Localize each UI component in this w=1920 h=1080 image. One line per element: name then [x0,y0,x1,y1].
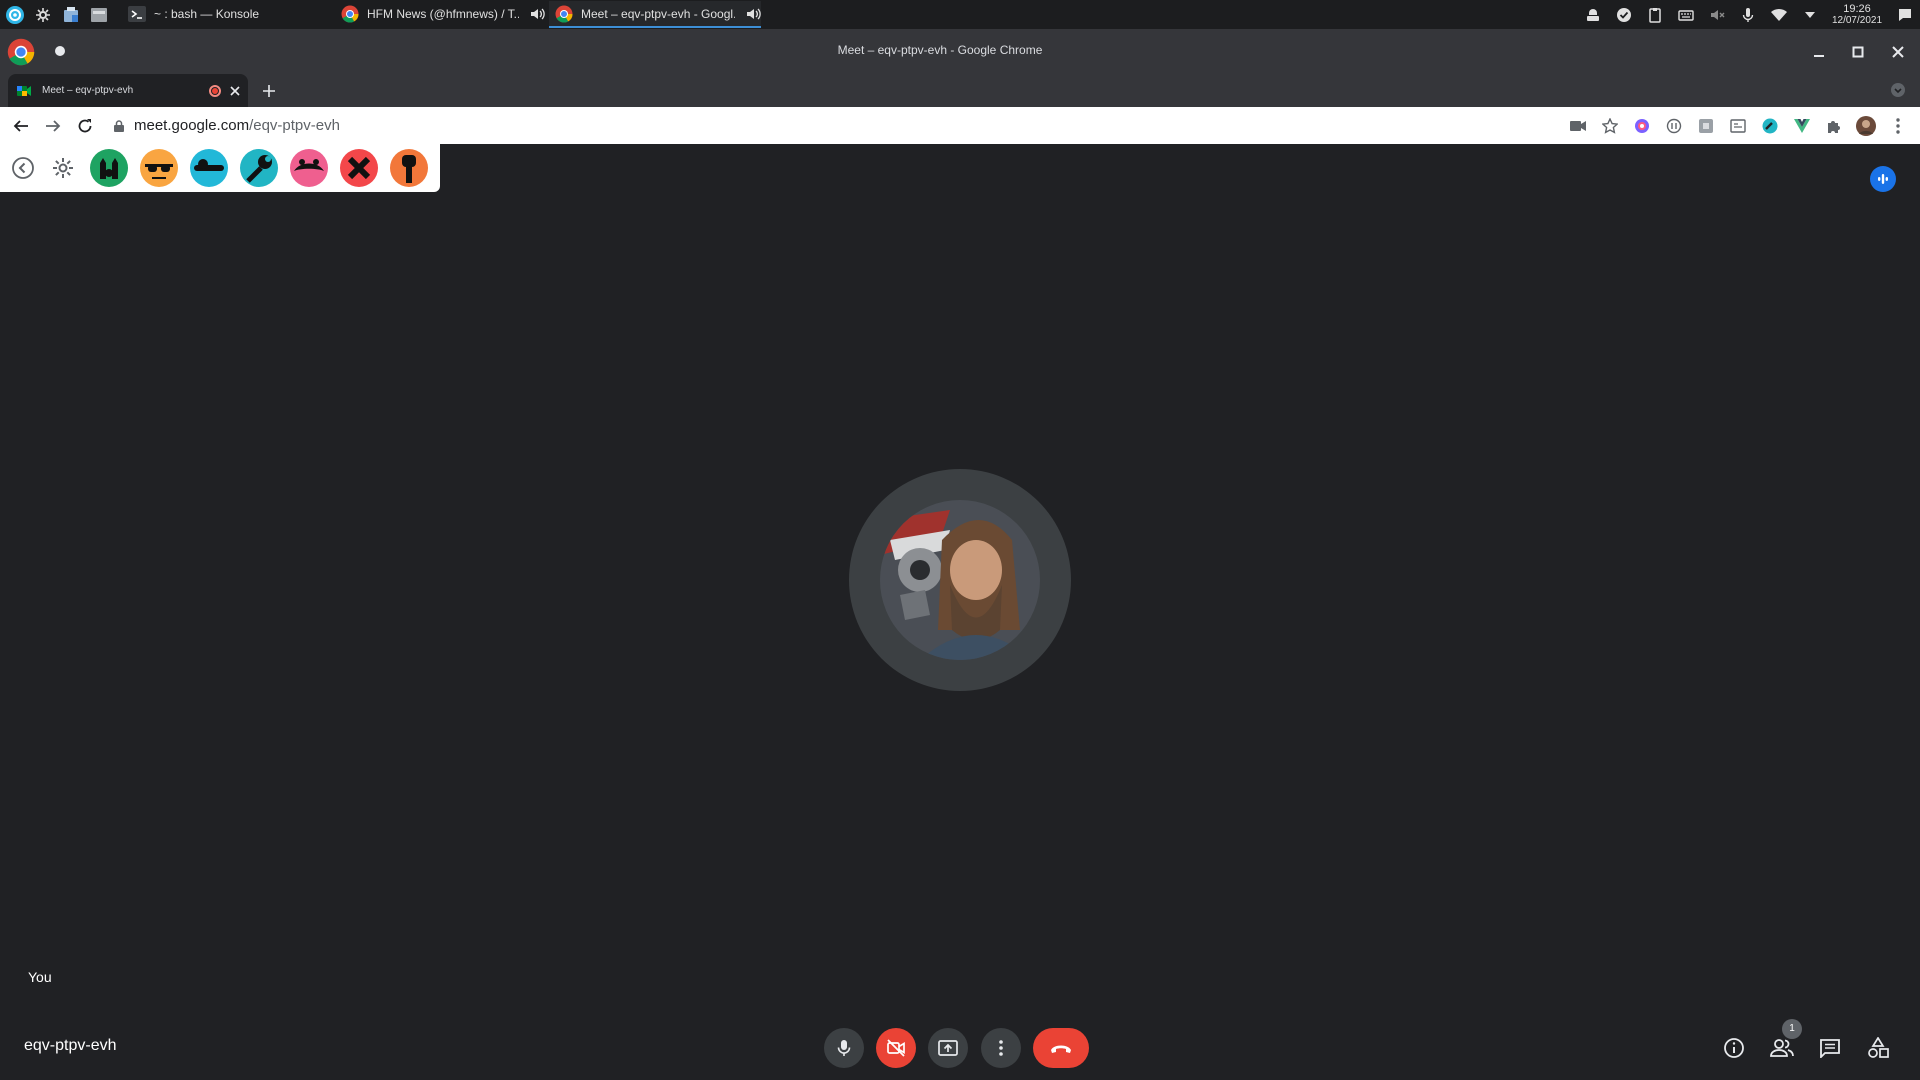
terminal-icon [128,5,146,23]
recording-indicator-icon [209,84,221,97]
clock-time: 19:26 [1843,2,1871,15]
camera-off-button[interactable] [876,1028,916,1068]
address-bar[interactable]: meet.google.com/eqv-ptpv-evh [114,107,340,144]
leave-call-button[interactable] [1033,1028,1089,1068]
url-host: meet.google.com [134,117,250,134]
meeting-code: eqv-ptpv-evh [24,1037,117,1054]
lock-icon[interactable] [114,119,124,132]
reactions-panel [0,144,440,192]
keyboard-icon[interactable] [1670,0,1701,29]
tab-title: Meet – eqv-ptpv-evh [42,85,134,96]
new-tab-button[interactable] [258,80,280,102]
meet-controls-bar: eqv-ptpv-evh 1 [0,1016,1920,1080]
taskbar-task-konsole[interactable]: ~ : bash — Konsole [122,1,332,28]
extensions-puzzle-icon[interactable] [1818,110,1850,142]
bookmark-star-icon[interactable] [1594,110,1626,142]
system-tray: 19:26 12/07/2021 [1577,0,1920,29]
emoji-bg [140,149,178,187]
sunglasses-emoji[interactable] [140,149,178,187]
emoji-bg-hole [265,156,271,162]
clock[interactable]: 19:26 12/07/2021 [1825,2,1889,26]
raised-fist-emoji[interactable] [390,149,428,187]
back-button[interactable] [5,110,37,142]
activities-icon[interactable] [1864,1034,1892,1062]
microphone-icon [836,1039,852,1057]
present-screen-icon [938,1039,958,1057]
taskbar-task-meet[interactable]: Meet – eqv-ptpv-evh - Googl... [549,1,761,28]
minimize-button[interactable] [1807,40,1831,64]
profile-avatar[interactable] [1850,110,1882,142]
speaker-icon[interactable] [529,6,545,22]
camera-off-icon [886,1039,906,1057]
more-options-button[interactable] [981,1028,1021,1068]
notifications-icon[interactable] [1889,0,1920,29]
participant-tile [849,469,1071,691]
forward-button[interactable] [37,110,69,142]
meet-favicon-icon [16,83,32,99]
chrome-menu-icon[interactable] [1882,110,1914,142]
vpn-icon[interactable] [1577,0,1608,29]
app-launcher-icon[interactable] [0,0,29,29]
hang-up-icon [1049,1042,1073,1054]
os-taskbar: ~ : bash — Konsole HFM News (@hfmnews) /… [0,0,1920,29]
taskbar-task-hfm-news[interactable]: HFM News (@hfmnews) / T... [335,1,545,28]
vue-devtools-icon[interactable] [1786,110,1818,142]
chrome-icon [341,5,359,23]
task-label: HFM News (@hfmnews) / T... [367,6,519,21]
cross-emoji[interactable] [340,149,378,187]
tab-strip: Meet – eqv-ptpv-evh [0,74,1920,107]
settings-icon[interactable] [29,0,57,29]
wrench-emoji[interactable] [240,149,278,187]
self-view-label: You [28,969,52,985]
tab-close-icon[interactable] [230,85,240,96]
participant-count-badge: 1 [1782,1019,1802,1039]
meet-reactions-extension-icon[interactable] [1754,110,1786,142]
clipboard-icon[interactable] [1639,0,1670,29]
color-extension-icon[interactable] [1626,110,1658,142]
tracker-extension-icon[interactable] [1658,110,1690,142]
task-label: ~ : bash — Konsole [154,6,260,21]
tab-meet[interactable]: Meet – eqv-ptpv-evh [8,74,248,107]
tab-search-icon[interactable] [1890,82,1906,98]
emoji-bg [90,149,128,187]
chrome-icon [555,5,573,23]
card-extension-icon[interactable] [1722,110,1754,142]
camera-in-use-icon[interactable] [1562,110,1594,142]
grey-extension-icon[interactable] [1690,110,1722,142]
collapse-panel-button[interactable] [6,151,40,185]
extensions-area [1562,107,1914,144]
window-titlebar: Meet – eqv-ptpv-evh - Google Chrome [0,29,1920,74]
task-label: Meet – eqv-ptpv-evh - Googl... [581,6,735,21]
meet-stage: You eqv-ptpv-evh 1 [0,144,1920,1080]
microphone-icon[interactable] [1732,0,1763,29]
url-path: /eqv-ptpv-evh [249,117,340,134]
file-manager-icon[interactable] [85,0,113,29]
hands-up-emoji[interactable] [90,149,128,187]
browser-toolbar: meet.google.com/eqv-ptpv-evh [0,107,1920,144]
check-icon[interactable] [1608,0,1639,29]
clock-date: 12/07/2021 [1831,14,1883,26]
volume-muted-icon[interactable] [1701,0,1732,29]
chat-icon[interactable] [1816,1034,1844,1062]
wifi-icon[interactable] [1763,0,1794,29]
window-title: Meet – eqv-ptpv-evh - Google Chrome [837,43,1043,57]
panel-settings-icon[interactable] [46,151,80,185]
sleeping-emoji[interactable] [190,149,228,187]
meeting-details-icon[interactable] [1720,1034,1748,1062]
maximize-button[interactable] [1846,40,1870,64]
more-vert-icon [999,1040,1003,1056]
close-button[interactable] [1886,40,1910,64]
speaker-icon[interactable] [745,6,761,22]
reload-button[interactable] [69,110,101,142]
tray-expand-icon[interactable] [1794,0,1825,29]
package-manager-icon[interactable] [57,0,85,29]
activity-indicator-button[interactable] [1870,166,1896,192]
present-screen-button[interactable] [928,1028,968,1068]
microphone-button[interactable] [824,1028,864,1068]
participant-avatar [880,500,1040,660]
kiss-emoji[interactable] [290,149,328,187]
